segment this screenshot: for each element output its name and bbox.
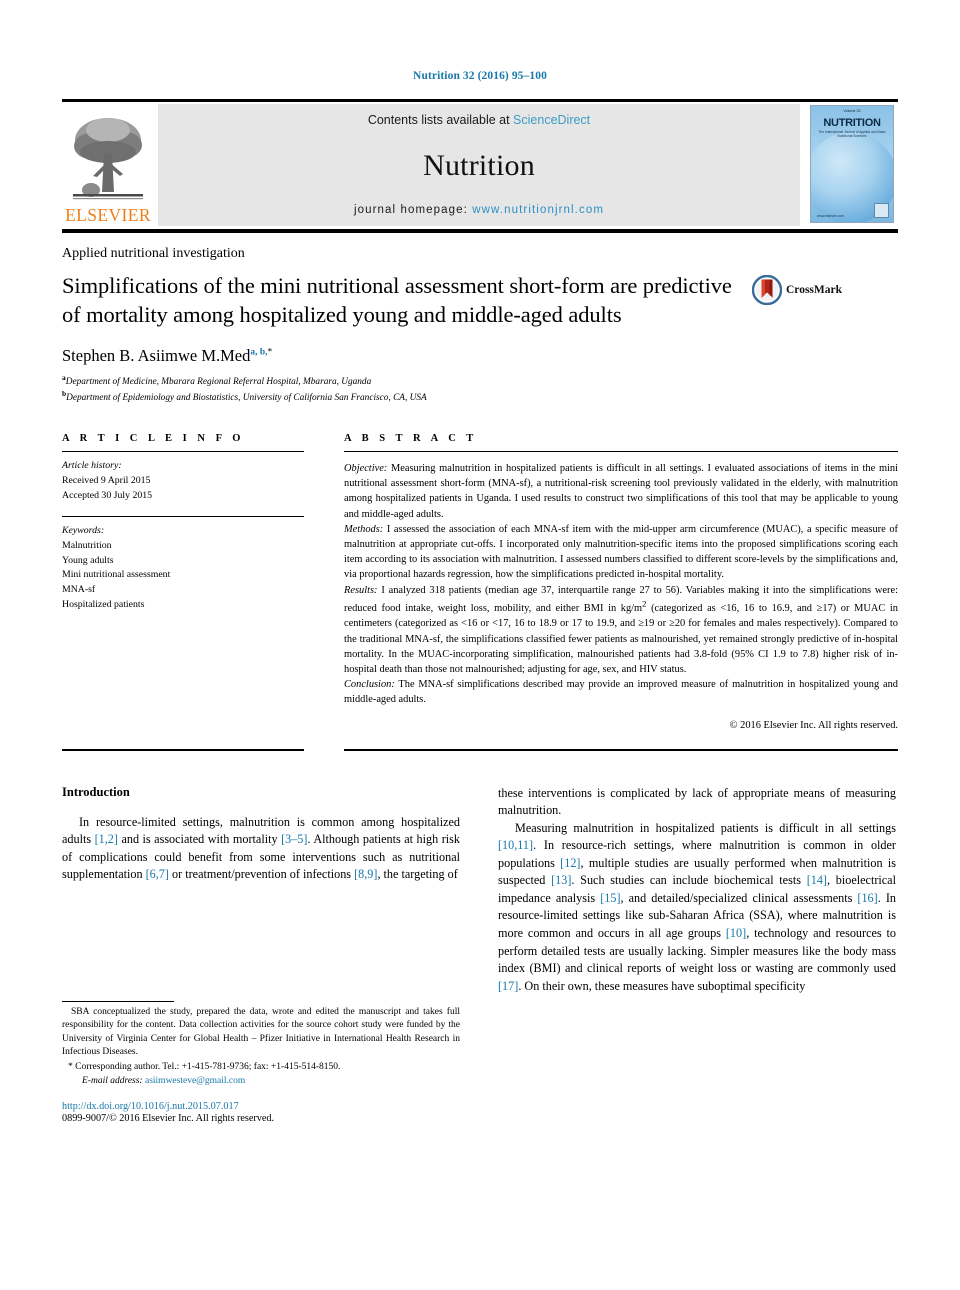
cover-footer-text: www.elsevier.com [817,214,844,218]
citation-ref[interactable]: [15] [600,891,620,905]
email-label: E-mail address: [82,1075,143,1086]
journal-title: Nutrition [423,148,535,182]
footnote-corresponding-author: * Corresponding author. Tel.: +1-415-781… [68,1062,341,1073]
citation-ref[interactable]: [12] [560,856,580,870]
keyword-item: Mini nutritional assessment [62,569,171,581]
affiliation-item: bDepartment of Epidemiology and Biostati… [62,389,898,405]
introduction-heading: Introduction [62,784,130,799]
elsevier-wordmark: ELSEVIER [65,204,151,225]
abstract-section-text: I assessed the association of each MNA-s… [344,523,898,581]
sciencedirect-link[interactable]: ScienceDirect [513,113,590,127]
affiliation-text: Department of Epidemiology and Biostatis… [66,392,427,403]
abstract-section-label: Results: [344,584,378,596]
homepage-prefix: journal homepage: [353,204,473,216]
citation-ref[interactable]: [10] [726,926,746,940]
elsevier-tree-icon [73,117,143,199]
footnote-contribution: SBA conceptualized the study, prepared t… [62,1006,460,1057]
article-info-column: A R T I C L E I N F O Article history: R… [62,433,304,730]
citation-ref[interactable]: [1,2] [95,832,118,846]
abstract-heading: A B S T R A C T [344,433,478,445]
abstract-paragraph: Results: I analyzed 318 patients (median… [344,583,898,678]
citation-ref[interactable]: [6,7] [146,867,169,881]
abstract-section-label: Objective: [344,463,388,475]
article-info-heading: A R T I C L E I N F O [62,433,245,445]
cover-volume-label: Volume 32 [843,109,861,113]
body-paragraph: Measuring malnutrition in hospitalized p… [498,820,896,993]
author-list: Stephen B. Asiimwe M.Meda, b,* [62,346,898,366]
contents-available-line: Contents lists available at ScienceDirec… [368,113,590,127]
doi-link[interactable]: http://dx.doi.org/10.1016/j.nut.2015.07.… [62,1101,460,1112]
keywords-block: Keywords: Malnutrition Young adults Mini… [62,515,304,613]
crossmark-icon [752,275,782,305]
title-row: Simplifications of the mini nutritional … [62,271,898,330]
masthead-center-panel: Contents lists available at ScienceDirec… [158,104,800,226]
abstract-copyright: © 2016 Elsevier Inc. All rights reserved… [729,719,898,731]
page-title: Simplifications of the mini nutritional … [62,273,732,328]
journal-homepage-line: journal homepage: www.nutritionjrnl.com [354,204,604,216]
author-affiliation-markers: a, b, [250,347,268,357]
corresponding-author-marker: * [267,347,273,357]
citation-ref[interactable]: [14] [807,873,827,887]
abstract-section-label: Conclusion: [344,679,395,691]
abstract-section-label: Methods: [344,523,384,535]
footnote-zone: SBA conceptualized the study, prepared t… [62,1000,460,1125]
author-name: Stephen B. Asiimwe M.Med [62,345,251,365]
contents-prefix: Contents lists available at [367,113,514,127]
keywords-label: Keywords: [62,524,105,536]
citation-ref[interactable]: [17] [498,979,518,993]
citation-ref[interactable]: [8,9] [354,867,377,881]
footnote-email-line: E-mail address: asiimwesteve@gmail.com [62,1075,460,1088]
abstract-section-text: I analyzed 318 patients (median age 37, … [344,584,898,675]
info-abstract-block: A R T I C L E I N F O Article history: R… [62,433,898,731]
affiliation-item: aDepartment of Medicine, Mbarara Regiona… [62,373,898,389]
abstract-section-text: The MNA-sf simplifications described may… [344,679,898,706]
abstract-paragraph: Objective: Measuring malnutrition in hos… [344,461,898,522]
footnote-divider [62,1000,174,1002]
abstract-closing-rules [62,748,898,751]
citation-ref[interactable]: [3–5] [281,832,307,846]
closing-rule-right [344,748,898,751]
article-body: Introduction In resource-limited setting… [62,784,898,1124]
abstract-body: Objective: Measuring malnutrition in hos… [344,452,898,707]
issn-copyright-line: 0899-9007/© 2016 Elsevier Inc. All right… [62,1113,275,1125]
abstract-paragraph: Methods: I assessed the association of e… [344,522,898,583]
body-column-left: Introduction In resource-limited setting… [62,784,460,1124]
citation-ref[interactable]: [13] [551,873,571,887]
body-paragraph: these interventions is complicated by la… [498,785,896,818]
cover-subtitle: The International Journal of Applied and… [818,130,886,138]
crossmark-label: CrossMark [786,284,843,296]
article-section-kicker: Applied nutritional investigation [62,246,245,261]
cover-journal-title: NUTRITION [823,117,881,129]
closing-rule-left [62,748,304,751]
article-history-accepted: Accepted 30 July 2015 [62,489,153,501]
cover-image: Volume 32 NUTRITION The International Jo… [810,105,894,223]
journal-masthead: ELSEVIER Contents lists available at Sci… [62,99,898,233]
journal-cover-thumbnail: Volume 32 NUTRITION The International Jo… [806,104,898,226]
keyword-item: MNA-sf [62,584,96,596]
article-history-label: Article history: [62,460,122,472]
journal-citation-line: Nutrition 32 (2016) 95–100 [413,70,547,82]
affiliation-list: aDepartment of Medicine, Mbarara Regiona… [62,373,898,406]
abstract-column: A B S T R A C T Objective: Measuring mal… [344,433,898,731]
introduction-paragraph: In resource-limited settings, malnutriti… [62,814,460,882]
keyword-item: Malnutrition [62,539,112,551]
citation-ref[interactable]: [16] [857,891,877,905]
elsevier-logo: ELSEVIER [62,104,154,226]
affiliation-text: Department of Medicine, Mbarara Regional… [65,376,372,387]
body-column-right: these interventions is complicated by la… [498,785,896,996]
abstract-paragraph: Conclusion: The MNA-sf simplifications d… [344,677,898,707]
keyword-item: Young adults [62,554,114,566]
crossmark-badge[interactable]: CrossMark [752,271,876,305]
article-history-received: Received 9 April 2015 [62,474,151,486]
masthead-bottom-rule [62,229,898,233]
article-history-block: Article history: Received 9 April 2015 A… [62,452,304,504]
cover-publisher-badge [874,203,889,218]
journal-homepage-link[interactable]: www.nutritionjrnl.com [472,204,604,216]
citation-ref[interactable]: [10,11] [498,838,533,852]
email-link[interactable]: asiimwesteve@gmail.com [145,1076,245,1086]
journal-article-page: Nutrition 32 (2016) 95–100 ELSEVIER Cont… [0,0,960,1290]
article-content: Applied nutritional investigation Simpli… [62,246,898,1124]
keyword-item: Hospitalized patients [62,599,145,611]
abstract-section-text: Measuring malnutrition in hospitalized p… [344,463,898,520]
